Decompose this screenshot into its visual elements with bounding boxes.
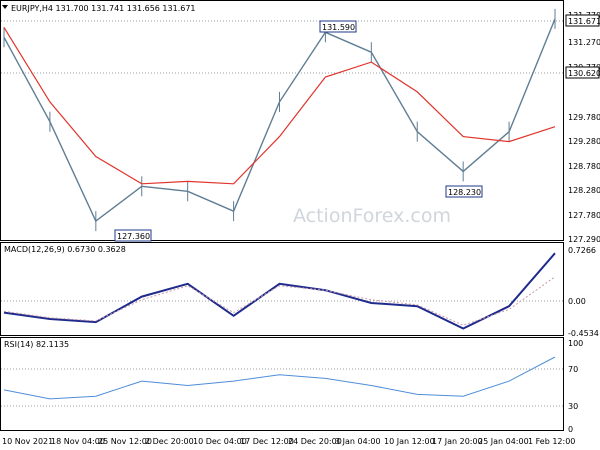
annotation-low-label: 127.360	[117, 232, 150, 241]
watermark: ActionForex.com	[293, 205, 451, 227]
x-tick-label: 24 Dec 20:00	[288, 437, 342, 446]
x-tick-label: 10 Nov 2021	[2, 437, 53, 446]
x-tick-label: 17 Dec 12:00	[240, 437, 294, 446]
y-tick-label: 131.270	[568, 38, 600, 47]
x-tick-label: 3 Jan 04:00	[335, 437, 381, 446]
x-tick-label: 18 Nov 04:00	[51, 437, 105, 446]
rsi-series-group	[3, 356, 556, 400]
x-tick-label: 17 Jan 20:00	[432, 437, 483, 446]
rsi-y-tick: 70	[568, 365, 578, 374]
chart-canvas: ActionForex.com EURJPY,H4 131.700 131.74…	[0, 0, 600, 446]
current-price-label: 131.671	[568, 17, 600, 26]
x-tick-label: 10 Jan 12:00	[384, 437, 435, 446]
y-tick-label: 128.280	[568, 186, 600, 195]
macd-title: MACD(12,26,9) 0.6730 0.3628	[4, 245, 126, 254]
rsi-title: RSI(14) 82.1135	[4, 340, 69, 349]
macd-y-tick: -0.4534	[568, 329, 599, 338]
rsi-y-tick: 30	[568, 402, 578, 411]
annotation-mid: 128.230	[445, 185, 483, 198]
y-tick-label: 128.780	[568, 162, 600, 171]
y-tick-label: 129.780	[568, 113, 600, 122]
x-tick-label: 10 Dec 04:00	[193, 437, 247, 446]
rsi-y-tick: 100	[568, 339, 583, 348]
y-tick-label: 127.290	[568, 235, 600, 244]
macd-y-tick: 0.7266	[568, 246, 596, 255]
macd-series-group	[3, 252, 556, 330]
x-tick-label: 25 Jan 04:00	[478, 437, 529, 446]
x-axis: 10 Nov 2021 18 Nov 04:00 25 Nov 12:00 2 …	[2, 437, 575, 446]
price-series-group	[3, 8, 556, 232]
x-tick-label: 1 Feb 12:00	[528, 437, 575, 446]
annotation-mid-label: 128.230	[448, 188, 481, 197]
ma-value-label: 130.620	[568, 69, 600, 78]
annotation-high-label: 131.590	[322, 23, 355, 32]
ma-value-badge: 130.620	[565, 66, 600, 79]
price-panel-frame	[0, 0, 564, 241]
macd-line	[3, 252, 556, 330]
current-price-badge: 131.671	[565, 14, 600, 27]
annotation-high: 131.590	[319, 20, 357, 33]
rsi-y-tick: 0	[568, 425, 573, 434]
y-tick-label: 129.280	[568, 137, 600, 146]
rsi-panel-frame	[0, 337, 564, 431]
macd-y-tick: 0.00	[568, 297, 586, 306]
annotation-low: 127.360	[114, 229, 152, 242]
chevron-down-icon[interactable]	[2, 5, 8, 9]
rsi-line	[3, 356, 556, 400]
y-tick-label: 127.780	[568, 211, 600, 220]
x-tick-label: 2 Dec 20:00	[145, 437, 194, 446]
x-tick-label: 25 Nov 12:00	[98, 437, 152, 446]
price-axis: 131.770 131.270 130.770 129.780 129.280 …	[568, 11, 600, 244]
price-title: EURJPY,H4 131.700 131.741 131.656 131.67…	[11, 4, 196, 13]
